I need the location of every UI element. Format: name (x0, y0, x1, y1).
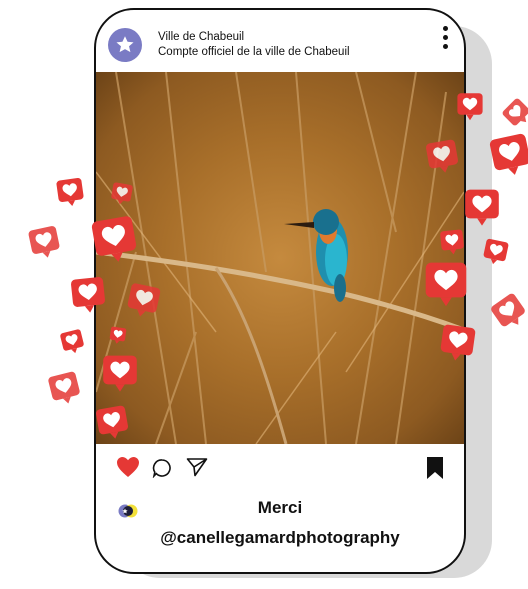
more-vertical-icon[interactable] (442, 26, 448, 54)
account-avatar[interactable] (108, 28, 142, 62)
heart-bubble (488, 132, 528, 179)
heart-bubble (56, 177, 85, 208)
post-actions (96, 456, 464, 484)
bookmark-icon[interactable] (426, 456, 444, 480)
heart-bubble (27, 225, 62, 261)
share-icon[interactable] (186, 457, 208, 477)
star-icon (116, 36, 134, 53)
photographer-handle[interactable]: @canellegamardphotography (96, 528, 464, 548)
kingfisher-photo-art (96, 72, 464, 444)
post-photo (96, 72, 464, 444)
account-description: Compte officiel de la ville de Chabeuil (158, 46, 350, 58)
caption-title: Merci (257, 498, 303, 517)
comment-icon[interactable] (152, 458, 172, 478)
heart-bubble (501, 97, 528, 131)
heart-bubble (47, 370, 82, 407)
heart-bubble (489, 292, 528, 333)
post-header: Ville de Chabeuil Compte officiel de la … (96, 10, 464, 72)
heart-bubble (59, 328, 86, 356)
account-name[interactable]: Ville de Chabeuil (158, 31, 244, 43)
post-card: Ville de Chabeuil Compte officiel de la … (94, 8, 466, 574)
heart-icon[interactable] (116, 456, 140, 478)
caption-row: Merci @canellegamardphotography (96, 488, 464, 558)
